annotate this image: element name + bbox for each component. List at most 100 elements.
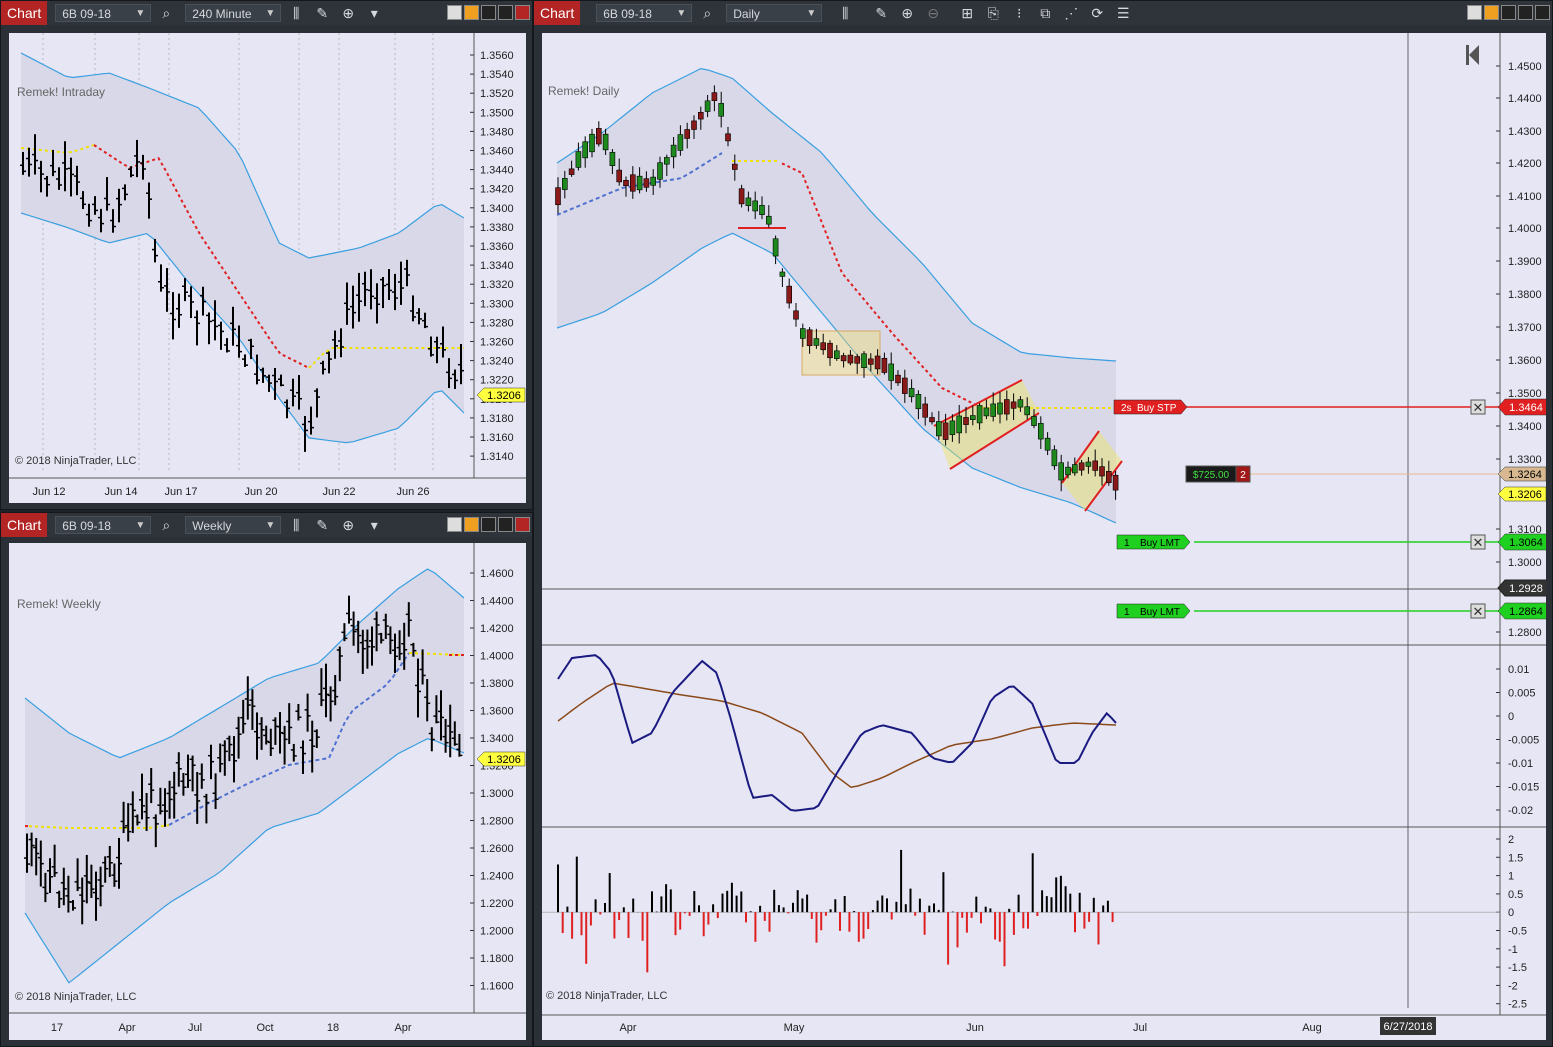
bar-type-icon[interactable]: ⫼ [834, 3, 856, 23]
minimize-icon[interactable] [481, 517, 496, 532]
price-tick-label: 1.4200 [480, 623, 514, 635]
strategies-icon[interactable]: ⧉ [1034, 3, 1056, 23]
instrument-selector[interactable]: 6B 09-18 ▼ [55, 516, 152, 534]
more-dropdown-icon[interactable]: ▾ [363, 515, 385, 535]
cursor-date: 6/27/2018 [1384, 1021, 1433, 1033]
hist-tick-label: 2 [1508, 834, 1514, 846]
candle-body [840, 355, 847, 362]
candle-body [833, 350, 840, 359]
price-tick-label: 1.3140 [480, 451, 514, 463]
minimize-icon[interactable] [481, 5, 496, 20]
pencil-icon[interactable]: ✎ [311, 3, 333, 23]
drawing-tools-icon[interactable]: ⋰ [1060, 3, 1082, 23]
zoom-icon[interactable]: ⊕ [337, 515, 359, 535]
chart-toolbar: Chart 6B 09-18 ▼ ⌕ Weekly ▼ ⫼ ✎ ⊕ ▾ [1, 513, 532, 537]
order-price: 1.3064 [1509, 537, 1543, 549]
price-tick-label: 1.3500 [480, 107, 514, 119]
candle-body [1112, 474, 1119, 491]
candle-body [616, 169, 622, 183]
chart-title-tab[interactable]: Chart [1, 513, 48, 537]
instrument-selector[interactable]: 6B 09-18 ▼ [596, 4, 693, 22]
order-qty: 1 [1124, 607, 1130, 618]
candle-body [779, 271, 786, 277]
candle-body [847, 354, 854, 364]
time-tick: Aug [1302, 1022, 1322, 1034]
close-icon[interactable] [515, 5, 530, 20]
restore-icon[interactable] [447, 5, 462, 20]
candle-body [901, 377, 908, 394]
candle-body [711, 92, 718, 101]
price-tick-label: 1.3400 [1508, 421, 1542, 433]
candle-body [867, 358, 874, 365]
chart-title-tab[interactable]: Chart [534, 1, 581, 25]
close-icon[interactable] [515, 517, 530, 532]
close-icon: ✕ [1473, 535, 1484, 550]
last-price: 1.3206 [487, 754, 521, 766]
zoom-out-icon[interactable]: ⊖ [922, 3, 944, 23]
zoom-in-icon[interactable]: ⊕ [896, 3, 918, 23]
zoom-icon[interactable]: ⊕ [337, 3, 359, 23]
candle-body [956, 415, 963, 434]
close-icon[interactable] [1535, 5, 1550, 20]
intraday-chart-canvas[interactable]: 1.3560 1.3540 1.3520 1.3500 1.3480 1.3460 1.34… [9, 33, 526, 503]
daily-chart-canvas[interactable]: 1.4500 1.4400 1.4300 1.4200 1.4100 1.4000 1.39… [542, 33, 1553, 1040]
link-color-icon[interactable] [464, 517, 479, 532]
candle-body [949, 420, 956, 436]
crosshair-icon[interactable]: ⊞ [956, 3, 978, 23]
properties-icon[interactable]: ☰ [1112, 3, 1134, 23]
maximize-icon[interactable] [498, 517, 513, 532]
link-color-icon[interactable] [464, 5, 479, 20]
candle-body [881, 357, 888, 373]
time-tick: May [784, 1022, 805, 1034]
pencil-icon[interactable]: ✎ [870, 3, 892, 23]
copyright-text: © 2018 NinjaTrader, LLC [15, 455, 137, 467]
price-panel[interactable]: 1.4600 1.4400 1.4200 1.4000 1.3800 1.3600 1.34… [9, 543, 526, 1040]
search-icon[interactable]: ⌕ [696, 3, 718, 23]
price-tick-label: 1.3480 [480, 126, 514, 138]
pencil-icon[interactable]: ✎ [311, 515, 333, 535]
candle-body [983, 407, 990, 417]
link-color-icon[interactable] [1484, 5, 1499, 20]
price-tick-label: 1.2800 [1508, 627, 1542, 639]
restore-icon[interactable] [447, 517, 462, 532]
maximize-icon[interactable] [498, 5, 513, 20]
hist-tick-label: 1 [1508, 871, 1514, 883]
search-icon[interactable]: ⌕ [155, 3, 177, 23]
indicators-icon[interactable]: ⁝ [1008, 3, 1030, 23]
period-selector[interactable]: 240 Minute ▼ [185, 4, 282, 22]
time-tick: Jun 14 [104, 486, 137, 498]
reload-icon[interactable]: ⟳ [1086, 3, 1108, 23]
chart-title-tab[interactable]: Chart [1, 1, 48, 25]
time-tick: 18 [327, 1022, 339, 1034]
period-selector[interactable]: Daily ▼ [726, 4, 823, 22]
candle-body [820, 342, 827, 351]
candle-body [861, 353, 867, 369]
more-dropdown-icon[interactable]: ▾ [363, 3, 385, 23]
candle-body [698, 111, 704, 120]
price-tick-label: 1.3300 [480, 298, 514, 310]
price-tick-label: 1.4200 [1508, 158, 1542, 170]
price-tick-label: 1.3560 [480, 50, 514, 62]
minimize-icon[interactable] [1501, 5, 1516, 20]
price-tick-label: 1.3500 [1508, 388, 1542, 400]
search-icon[interactable]: ⌕ [155, 515, 177, 535]
time-tick: Oct [256, 1022, 273, 1034]
weekly-chart-canvas[interactable]: 1.4600 1.4400 1.4200 1.4000 1.3800 1.3600 1.34… [9, 543, 526, 1040]
instrument-selector[interactable]: 6B 09-18 ▼ [55, 4, 152, 22]
restore-icon[interactable] [1467, 5, 1482, 20]
candle-body [997, 402, 1003, 415]
bar-type-icon[interactable]: ⫼ [285, 3, 307, 23]
price-panel[interactable]: 1.3560 1.3540 1.3520 1.3500 1.3480 1.3460 1.34… [9, 33, 526, 503]
period-selector[interactable]: Weekly ▼ [185, 516, 282, 534]
maximize-icon[interactable] [1518, 5, 1533, 20]
chart-panels[interactable]: 1.4500 1.4400 1.4300 1.4200 1.4100 1.4000 1.39… [542, 33, 1553, 1040]
order-type: Buy STP [1137, 403, 1177, 414]
price-tick-label: 1.4500 [1508, 61, 1542, 73]
candle-body [595, 128, 602, 145]
time-tick: 17 [51, 1022, 63, 1034]
price-tick-label: 1.3400 [480, 733, 514, 745]
bar-type-icon[interactable]: ⫼ [285, 515, 307, 535]
price-tick-label: 1.4400 [480, 596, 514, 608]
candle-body [636, 175, 643, 191]
data-box-icon[interactable]: ⎘ [982, 3, 1004, 23]
